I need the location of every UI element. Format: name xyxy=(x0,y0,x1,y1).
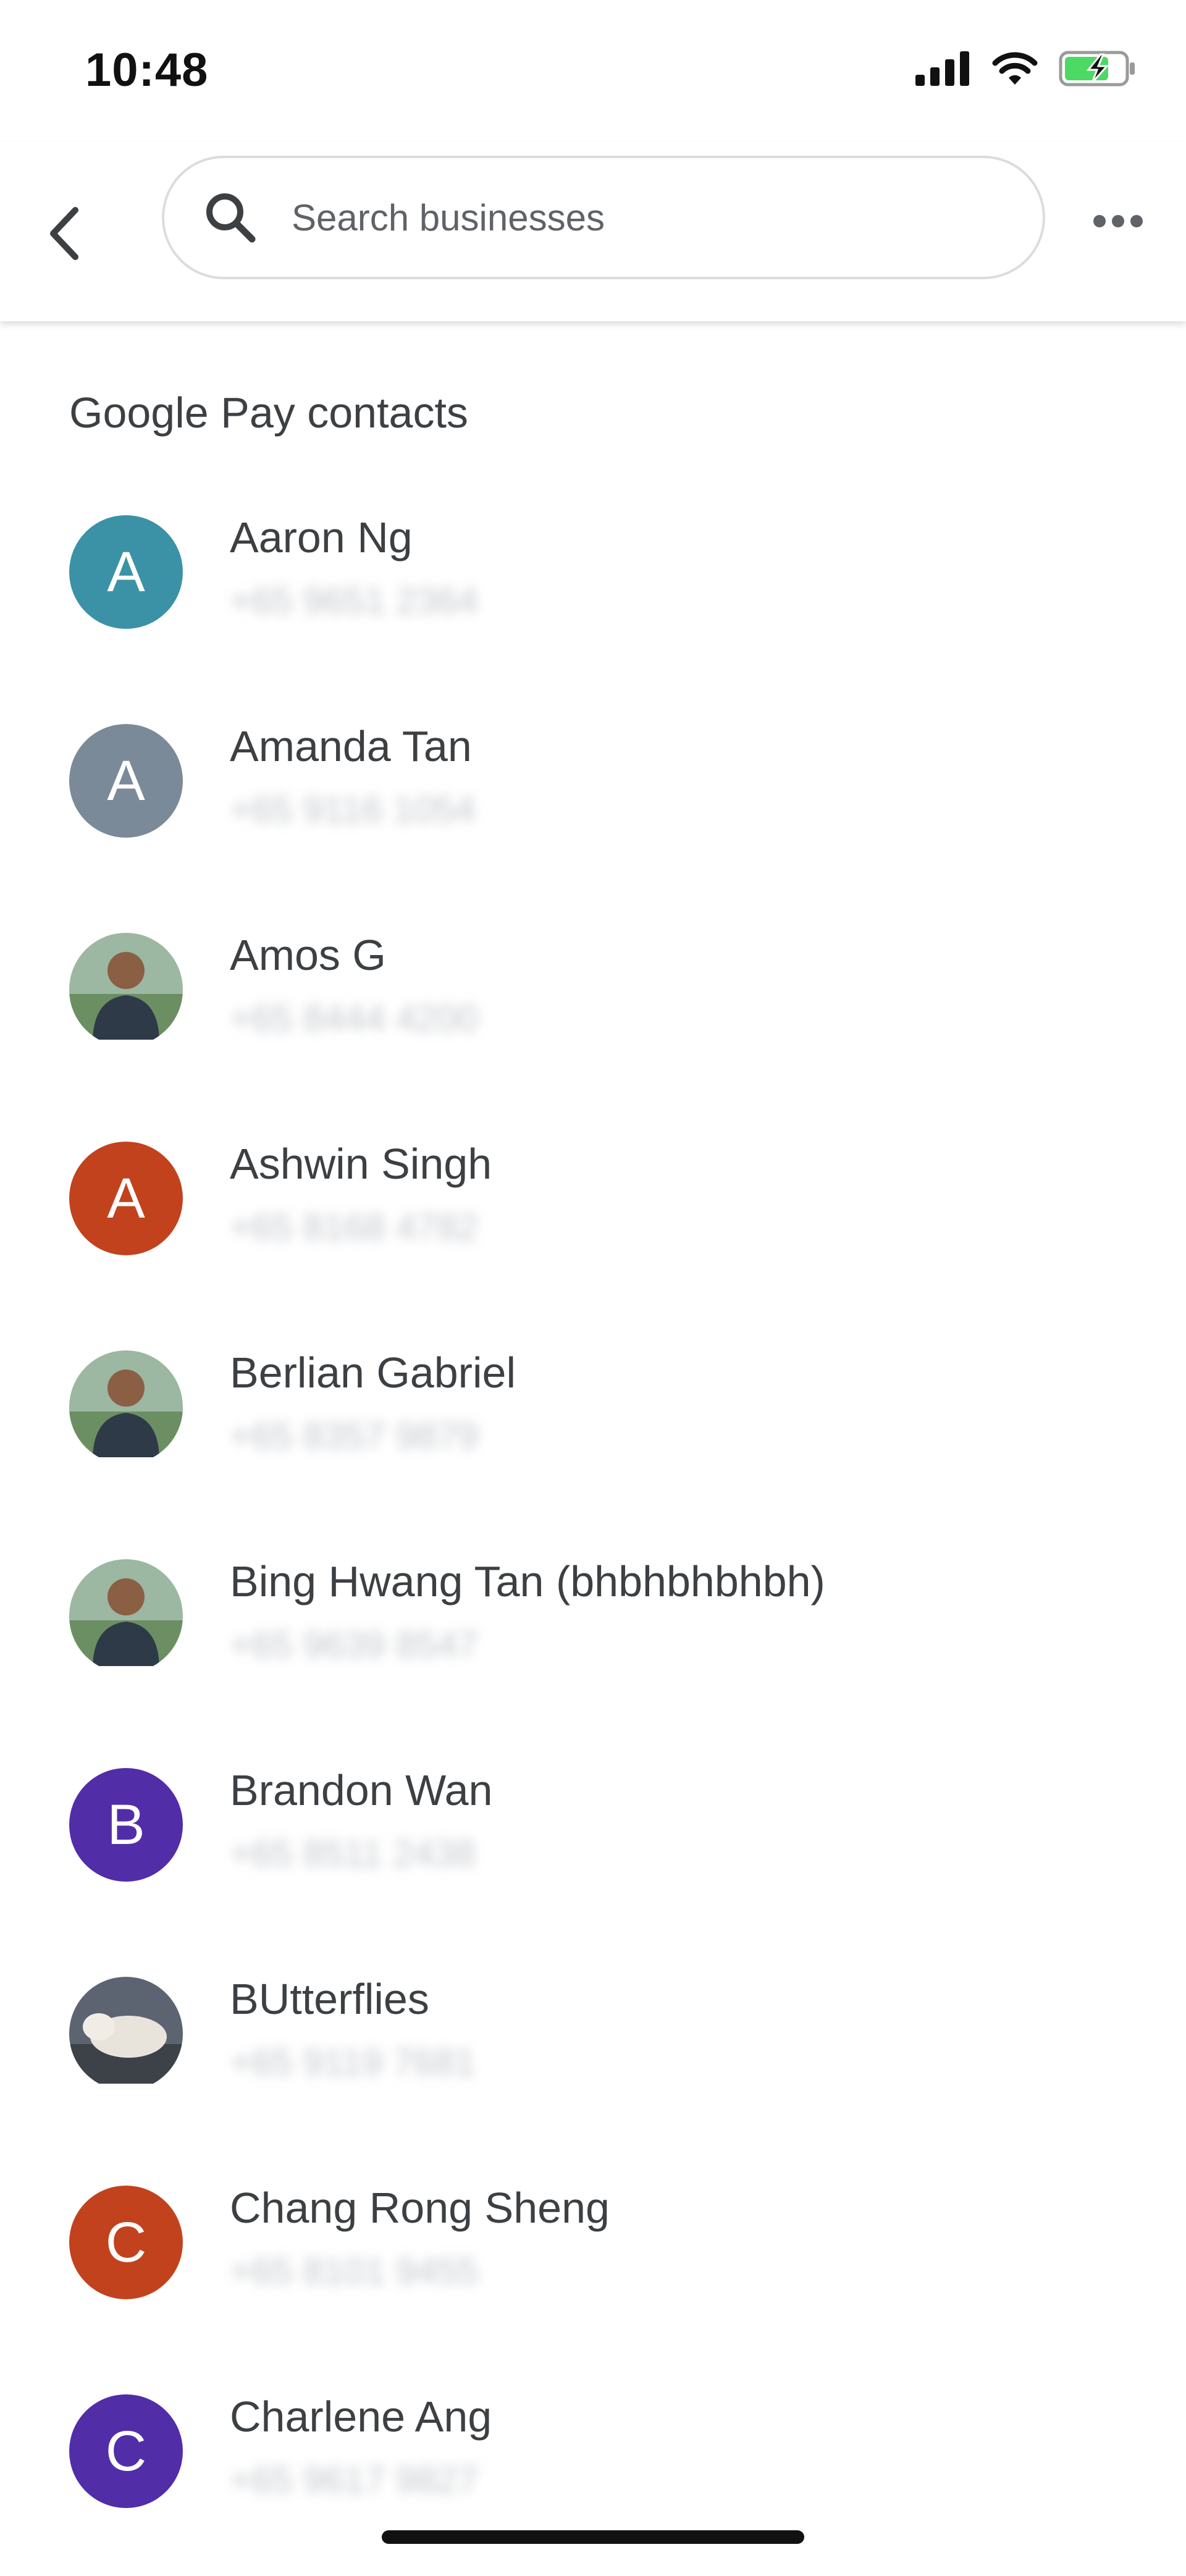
avatar-initial: A xyxy=(107,1166,145,1230)
person-photo-icon xyxy=(69,1350,183,1464)
person-photo-icon xyxy=(69,1559,183,1673)
contact-row[interactable]: A Amanda Tan +65 9116 1054 xyxy=(0,697,1186,906)
contact-phone: +65 8357 9879 xyxy=(230,1415,479,1457)
contact-name: Ashwin Singh xyxy=(230,1140,492,1188)
contact-row[interactable]: C Chang Rong Sheng +65 8101 9455 xyxy=(0,2158,1186,2367)
contact-name: Aaron Ng xyxy=(230,513,413,562)
contact-row[interactable]: C Charlene Ang +65 9617 9827 xyxy=(0,2367,1186,2576)
dog-photo-icon xyxy=(69,1977,183,2090)
contact-name: Amos G xyxy=(230,931,386,979)
avatar: A xyxy=(69,1142,183,1255)
contact-phone: +65 9639 8547 xyxy=(230,1624,479,1665)
more-horizontal-icon xyxy=(1093,214,1143,231)
contact-name: Brandon Wan xyxy=(230,1766,493,1814)
status-icons xyxy=(915,51,1137,90)
status-bar: 10:48 xyxy=(0,0,1186,142)
avatar: C xyxy=(69,2186,183,2299)
more-options-button[interactable] xyxy=(1087,192,1149,253)
contact-name: BUtterflies xyxy=(230,1975,429,2023)
contact-phone: +65 9651 2364 xyxy=(230,580,479,621)
contact-row[interactable]: Berlian Gabriel +65 8357 9879 xyxy=(0,1323,1186,1532)
section-title: Google Pay contacts xyxy=(69,389,468,437)
avatar xyxy=(69,933,183,1046)
avatar: C xyxy=(69,2394,183,2508)
avatar-initial: C xyxy=(105,2210,147,2274)
avatar: A xyxy=(69,515,183,629)
person-photo-icon xyxy=(69,933,183,1046)
avatar: B xyxy=(69,1768,183,1882)
avatar-initial: A xyxy=(107,749,145,812)
contact-row[interactable]: Amos G +65 8444 4200 xyxy=(0,906,1186,1114)
contact-list: A Aaron Ng +65 9651 2364 A Amanda Tan +65 911… xyxy=(0,488,1186,2576)
home-indicator[interactable] xyxy=(382,2530,804,2544)
avatar-initial: C xyxy=(105,2419,147,2483)
avatar: A xyxy=(69,724,183,838)
contact-row[interactable]: A Ashwin Singh +65 8168 4782 xyxy=(0,1114,1186,1323)
wifi-icon xyxy=(992,51,1038,89)
avatar-initial: A xyxy=(107,540,145,604)
contact-phone: +65 9617 9827 xyxy=(230,2459,479,2501)
contact-row[interactable]: Bing Hwang Tan (bhbhbhbhbh) +65 9639 8547 xyxy=(0,1532,1186,1741)
search-input[interactable] xyxy=(290,195,972,240)
search-icon xyxy=(203,190,258,245)
contact-phone: +65 8101 9455 xyxy=(230,2250,479,2292)
search-bar[interactable] xyxy=(162,156,1045,279)
back-button[interactable] xyxy=(37,185,93,284)
contact-name: Berlian Gabriel xyxy=(230,1349,516,1397)
contact-phone: +65 8444 4200 xyxy=(230,998,479,1039)
cellular-signal-icon xyxy=(915,51,971,89)
back-arrow-icon xyxy=(43,203,86,267)
app-bar xyxy=(0,142,1186,321)
status-time: 10:48 xyxy=(85,44,209,96)
avatar xyxy=(69,1559,183,1673)
contact-phone: +65 8511 2438 xyxy=(230,1833,476,1874)
contact-name: Chang Rong Sheng xyxy=(230,2184,610,2232)
contact-phone: +65 9116 1054 xyxy=(230,789,476,830)
contact-name: Bing Hwang Tan (bhbhbhbhbh) xyxy=(230,1557,825,1606)
avatar xyxy=(69,1350,183,1464)
contact-row[interactable]: BUtterflies +65 9119 7681 xyxy=(0,1950,1186,2158)
contact-name: Amanda Tan xyxy=(230,722,472,770)
contact-row[interactable]: B Brandon Wan +65 8511 2438 xyxy=(0,1741,1186,1950)
contact-row[interactable]: A Aaron Ng +65 9651 2364 xyxy=(0,488,1186,697)
battery-charging-icon xyxy=(1059,51,1137,90)
contact-name: Charlene Ang xyxy=(230,2393,492,2441)
avatar-initial: B xyxy=(107,1793,145,1856)
contact-phone: +65 9119 7681 xyxy=(230,2042,476,2083)
contact-phone: +65 8168 4782 xyxy=(230,1206,479,1248)
avatar xyxy=(69,1977,183,2090)
